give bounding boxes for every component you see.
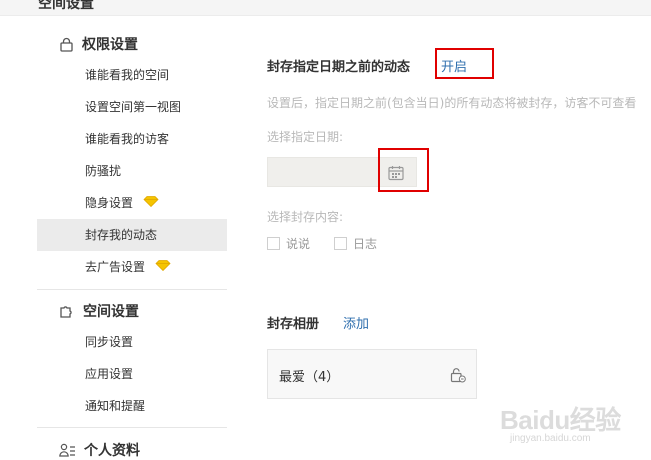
calendar-icon[interactable] [388, 165, 404, 184]
sidebar-divider [37, 427, 227, 428]
sidebar-item-label: 隐身设置 [85, 196, 134, 210]
archive-title: 封存指定日期之前的动态 [267, 60, 411, 75]
add-album-button[interactable]: 添加 [343, 313, 369, 332]
main-panel: 封存指定日期之前的动态 开启 设置后，指定日期之前(包含当日)的所有动态将被封存… [267, 0, 651, 460]
sidebar: 权限设置 谁能看我的空间 设置空间第一视图 谁能看我的访客 防骚扰 隐身设置 封… [37, 16, 227, 460]
diamond-icon [155, 251, 171, 283]
album-archive-title: 封存相册 [267, 317, 320, 332]
sidebar-item-who-can-see-space[interactable]: 谁能看我的空间 [37, 59, 227, 91]
blog-checkbox[interactable]: 日志 [334, 235, 377, 252]
section-title: 空间设置 [83, 304, 139, 320]
profile-icon [59, 443, 76, 458]
sidebar-item-label: 防骚扰 [85, 164, 122, 178]
sidebar-section-profile[interactable]: 个人资料 [59, 440, 140, 460]
date-label: 选择指定日期: [267, 130, 344, 144]
sidebar-item-who-can-see-visitors[interactable]: 谁能看我的访客 [37, 123, 227, 155]
checkbox-box[interactable] [334, 237, 347, 250]
album-name: 最爱（4） [279, 370, 340, 385]
sidebar-item-notifications[interactable]: 通知和提醒 [37, 390, 227, 422]
sidebar-item-archive-feeds[interactable]: 封存我的动态 [37, 219, 227, 251]
diamond-icon [143, 187, 159, 219]
section-title: 个人资料 [84, 443, 140, 459]
lock-icon [59, 37, 74, 52]
sidebar-section-permissions: 权限设置 [59, 34, 138, 54]
sidebar-item-label: 设置空间第一视图 [85, 100, 182, 114]
sidebar-item-label: 应用设置 [85, 367, 134, 381]
content-label: 选择封存内容: [267, 210, 344, 224]
sidebar-item-label: 去广告设置 [85, 260, 146, 274]
sidebar-item-label: 通知和提醒 [85, 399, 146, 413]
section-title: 权限设置 [82, 37, 138, 53]
sidebar-section-space: 空间设置 [59, 301, 139, 321]
enable-archive-button[interactable]: 开启 [441, 56, 467, 75]
sidebar-item-remove-ads[interactable]: 去广告设置 [37, 251, 227, 283]
checkbox-label: 日志 [353, 237, 378, 251]
sidebar-item-apps[interactable]: 应用设置 [37, 358, 227, 390]
archive-description: 设置后，指定日期之前(包含当日)的所有动态将被封存，访客不可查看 [267, 96, 637, 110]
sidebar-item-label: 谁能看我的访客 [85, 132, 170, 146]
sidebar-item-label: 同步设置 [85, 335, 134, 349]
checkbox-label: 说说 [286, 237, 311, 251]
sidebar-item-first-view[interactable]: 设置空间第一视图 [37, 91, 227, 123]
puzzle-icon [59, 304, 75, 319]
sidebar-item-label: 封存我的动态 [85, 228, 158, 242]
sidebar-item-anti-harassment[interactable]: 防骚扰 [37, 155, 227, 187]
sidebar-item-label: 谁能看我的空间 [85, 68, 170, 82]
unlock-icon[interactable] [450, 367, 466, 386]
sidebar-item-sync[interactable]: 同步设置 [37, 326, 227, 358]
checkbox-box[interactable] [267, 237, 280, 250]
shuoshuo-checkbox[interactable]: 说说 [267, 235, 310, 252]
album-card[interactable]: 最爱（4） [267, 349, 477, 399]
sidebar-divider [37, 289, 227, 290]
page-title: 空间设置 [38, 0, 94, 12]
sidebar-item-invisible[interactable]: 隐身设置 [37, 187, 227, 219]
